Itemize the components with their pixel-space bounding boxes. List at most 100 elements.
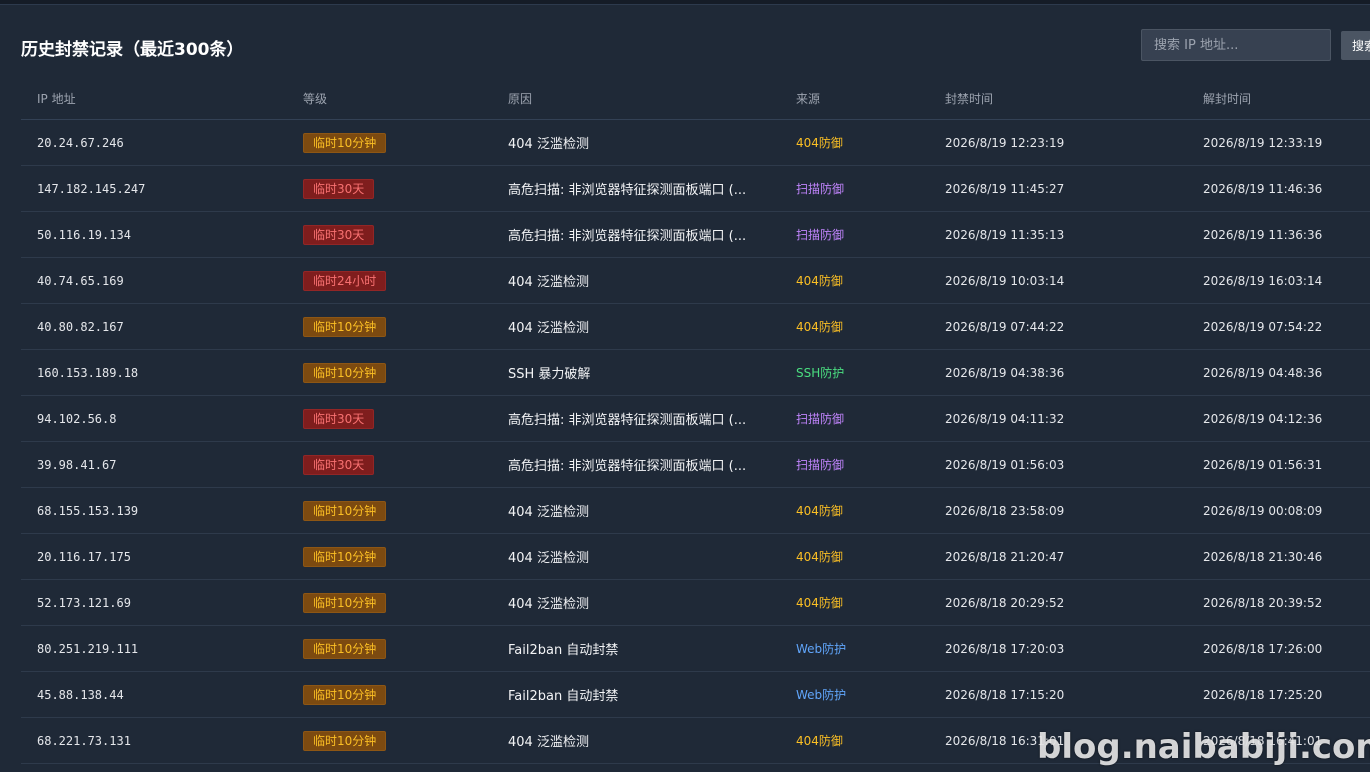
level-badge: 临时10分钟 xyxy=(303,684,387,705)
table-row[interactable]: 40.80.82.167 临时10分钟 404 泛滥检测 404防御 2026/… xyxy=(21,304,1370,350)
ban-time: 2026/8/18 17:15:20 xyxy=(945,687,1065,702)
level-badge: 临时30天 xyxy=(303,454,375,475)
ban-reason: 404 泛滥检测 xyxy=(508,321,589,336)
ip-address: 52.173.121.69 xyxy=(37,595,131,610)
ban-reason: 高危扫描: 非浏览器特征探测面板端口 (... xyxy=(508,459,747,474)
source-label: 404防御 xyxy=(796,320,843,334)
ban-time: 2026/8/19 01:56:03 xyxy=(945,457,1065,472)
source-label: 扫描防御 xyxy=(796,228,845,242)
ban-time: 2026/8/19 12:23:19 xyxy=(945,135,1065,150)
unban-time: 2026/8/18 16:41:01 xyxy=(1203,733,1323,748)
unban-time: 2026/8/19 04:12:36 xyxy=(1203,411,1323,426)
level-badge: 临时30天 xyxy=(303,224,375,245)
source-label: 404防御 xyxy=(796,504,843,518)
ip-address: 45.88.138.44 xyxy=(37,687,124,702)
table-header: IP 地址 等级 原因 来源 封禁时间 解封时间 xyxy=(21,77,1370,120)
level-badge: 临时10分钟 xyxy=(303,638,387,659)
column-header-ip: IP 地址 xyxy=(37,91,76,106)
ban-time: 2026/8/18 21:20:47 xyxy=(945,549,1065,564)
ban-reason: 404 泛滥检测 xyxy=(508,597,589,612)
table-row[interactable]: 39.98.41.67 临时30天 高危扫描: 非浏览器特征探测面板端口 (..… xyxy=(21,442,1370,488)
source-label: 扫描防御 xyxy=(796,458,845,472)
table-row[interactable]: 50.116.19.134 临时30天 高危扫描: 非浏览器特征探测面板端口 (… xyxy=(21,212,1370,258)
ip-address: 160.153.189.18 xyxy=(37,365,139,380)
level-badge: 临时10分钟 xyxy=(303,316,387,337)
column-header-level: 等级 xyxy=(303,91,328,106)
ip-address: 68.155.153.139 xyxy=(37,503,139,518)
ip-address: 94.102.56.8 xyxy=(37,411,117,426)
ban-reason: 404 泛滥检测 xyxy=(508,551,589,566)
unban-time: 2026/8/19 16:03:14 xyxy=(1203,273,1323,288)
source-label: 404防御 xyxy=(796,596,843,610)
table-row[interactable]: 147.182.145.247 临时30天 高危扫描: 非浏览器特征探测面板端口… xyxy=(21,166,1370,212)
source-label: 404防御 xyxy=(796,274,843,288)
table-row[interactable]: 94.102.56.8 临时30天 高危扫描: 非浏览器特征探测面板端口 (..… xyxy=(21,396,1370,442)
ip-address: 50.116.19.134 xyxy=(37,227,131,242)
ban-time: 2026/8/19 11:35:13 xyxy=(945,227,1065,242)
table-row[interactable]: 52.173.121.69 临时10分钟 404 泛滥检测 404防御 2026… xyxy=(21,580,1370,626)
column-header-unban-time: 解封时间 xyxy=(1203,91,1252,106)
level-badge: 临时24小时 xyxy=(303,270,387,291)
ban-time: 2026/8/19 07:44:22 xyxy=(945,319,1065,334)
ban-time: 2026/8/18 23:58:09 xyxy=(945,503,1065,518)
ip-address: 147.182.145.247 xyxy=(37,181,146,196)
ban-reason: 404 泛滥检测 xyxy=(508,505,589,520)
unban-time: 2026/8/18 20:39:52 xyxy=(1203,595,1323,610)
ban-time: 2026/8/19 04:38:36 xyxy=(945,365,1065,380)
source-label: 404防御 xyxy=(796,734,843,748)
table-row[interactable]: 80.251.219.111 临时10分钟 Fail2ban 自动封禁 Web防… xyxy=(21,626,1370,672)
table-row[interactable]: 45.88.138.44 临时10分钟 Fail2ban 自动封禁 Web防护 … xyxy=(21,672,1370,718)
ip-address: 20.24.67.246 xyxy=(37,135,124,150)
level-badge: 临时30天 xyxy=(303,408,375,429)
ban-reason: 高危扫描: 非浏览器特征探测面板端口 (... xyxy=(508,413,747,428)
unban-time: 2026/8/19 04:48:36 xyxy=(1203,365,1323,380)
source-label: 扫描防御 xyxy=(796,412,845,426)
column-header-ban-time: 封禁时间 xyxy=(945,91,994,106)
search-button[interactable]: 搜索 xyxy=(1341,31,1370,60)
ban-reason: Fail2ban 自动封禁 xyxy=(508,689,619,704)
level-badge: 临时10分钟 xyxy=(303,730,387,751)
table-row[interactable]: 68.221.73.131 临时10分钟 404 泛滥检测 404防御 2026… xyxy=(21,718,1370,764)
table-row[interactable]: 40.74.65.169 临时24小时 404 泛滥检测 404防御 2026/… xyxy=(21,258,1370,304)
ip-address: 68.221.73.131 xyxy=(37,733,131,748)
ban-time: 2026/8/19 11:45:27 xyxy=(945,181,1065,196)
source-label: 404防御 xyxy=(796,550,843,564)
level-badge: 临时10分钟 xyxy=(303,500,387,521)
level-badge: 临时10分钟 xyxy=(303,592,387,613)
ip-address: 20.116.17.175 xyxy=(37,549,131,564)
ip-address: 80.251.219.111 xyxy=(37,641,139,656)
unban-time: 2026/8/18 21:30:46 xyxy=(1203,549,1323,564)
source-label: Web防护 xyxy=(796,688,847,702)
ban-time: 2026/8/18 17:20:03 xyxy=(945,641,1065,656)
column-header-source: 来源 xyxy=(796,91,821,106)
table-row[interactable]: 160.153.189.18 临时10分钟 SSH 暴力破解 SSH防护 202… xyxy=(21,350,1370,396)
table-body: 20.24.67.246 临时10分钟 404 泛滥检测 404防御 2026/… xyxy=(21,120,1370,764)
unban-time: 2026/8/19 07:54:22 xyxy=(1203,319,1323,334)
ban-reason: 高危扫描: 非浏览器特征探测面板端口 (... xyxy=(508,183,747,198)
ban-time: 2026/8/18 20:29:52 xyxy=(945,595,1065,610)
ban-time: 2026/8/19 04:11:32 xyxy=(945,411,1065,426)
ban-history-table: IP 地址 等级 原因 来源 封禁时间 解封时间 20.24.67.246 临时… xyxy=(21,77,1370,764)
table-row[interactable]: 68.155.153.139 临时10分钟 404 泛滥检测 404防御 202… xyxy=(21,488,1370,534)
ban-time: 2026/8/19 10:03:14 xyxy=(945,273,1065,288)
table-row[interactable]: 20.24.67.246 临时10分钟 404 泛滥检测 404防御 2026/… xyxy=(21,120,1370,166)
ban-reason: 404 泛滥检测 xyxy=(508,735,589,750)
ban-time: 2026/8/18 16:31:01 xyxy=(945,733,1065,748)
ban-reason: 高危扫描: 非浏览器特征探测面板端口 (... xyxy=(508,229,747,244)
source-label: Web防护 xyxy=(796,642,847,656)
page-title: 历史封禁记录（最近300条） xyxy=(21,40,244,60)
unban-time: 2026/8/19 11:46:36 xyxy=(1203,181,1323,196)
ip-address: 40.80.82.167 xyxy=(37,319,124,334)
unban-time: 2026/8/19 12:33:19 xyxy=(1203,135,1323,150)
ban-reason: SSH 暴力破解 xyxy=(508,367,591,382)
ban-history-panel: 历史封禁记录（最近300条） 搜索 IP 地址 等级 原因 来源 封禁时间 解封… xyxy=(0,5,1370,772)
unban-time: 2026/8/18 17:25:20 xyxy=(1203,687,1323,702)
ban-reason: Fail2ban 自动封禁 xyxy=(508,643,619,658)
search-input[interactable] xyxy=(1141,29,1331,61)
level-badge: 临时10分钟 xyxy=(303,132,387,153)
ip-address: 40.74.65.169 xyxy=(37,273,124,288)
ban-reason: 404 泛滥检测 xyxy=(508,275,589,290)
unban-time: 2026/8/19 00:08:09 xyxy=(1203,503,1323,518)
source-label: 404防御 xyxy=(796,136,843,150)
table-row[interactable]: 20.116.17.175 临时10分钟 404 泛滥检测 404防御 2026… xyxy=(21,534,1370,580)
